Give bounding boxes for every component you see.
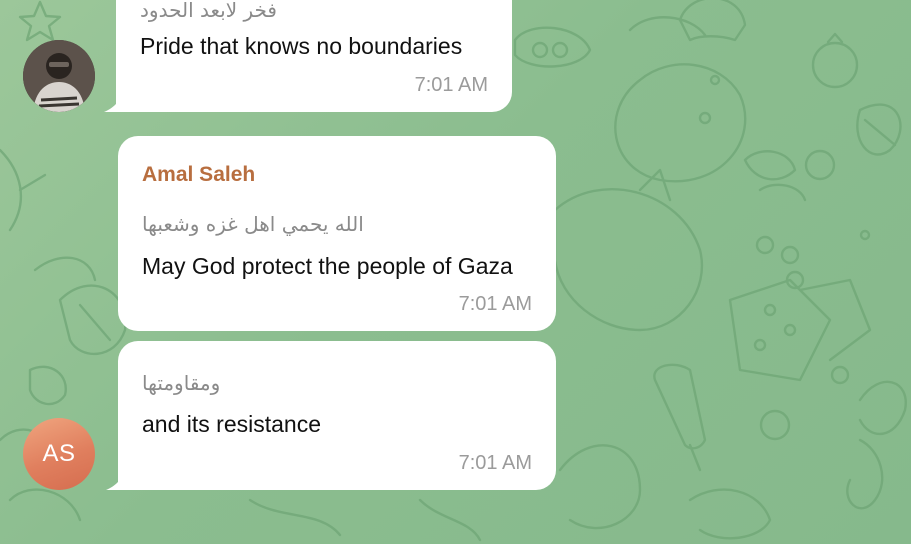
- message-timestamp: 7:01 AM: [458, 452, 532, 474]
- person-photo-icon: [23, 40, 95, 112]
- bubble-tail: [106, 472, 126, 490]
- bubble-tail: [104, 94, 124, 112]
- message-translation-text: Pride that knows no boundaries: [140, 33, 463, 59]
- message-original-text: الله يحمي اهل غزه وشعبها: [142, 212, 364, 236]
- message-bubble[interactable]: ومقاومتها and its resistance 7:01 AM: [106, 341, 556, 490]
- message-timestamp: 7:01 AM: [414, 74, 488, 96]
- message-original-text: ومقاومتها: [142, 371, 221, 395]
- message-translation-text: and its resistance: [142, 411, 321, 437]
- sender-avatar-photo[interactable]: [23, 40, 95, 112]
- message-sender-name[interactable]: Amal Saleh: [142, 163, 255, 187]
- message-original-text: فخر لابعد الحدود: [140, 0, 277, 22]
- message-bubble[interactable]: Amal Saleh الله يحمي اهل غزه وشعبها May …: [118, 136, 556, 331]
- message-bubble[interactable]: فخر لابعد الحدود Pride that knows no bou…: [104, 0, 512, 112]
- sender-avatar-initials[interactable]: AS: [23, 418, 95, 490]
- message-translation-text: May God protect the people of Gaza: [142, 253, 513, 279]
- message-timestamp: 7:01 AM: [458, 293, 532, 315]
